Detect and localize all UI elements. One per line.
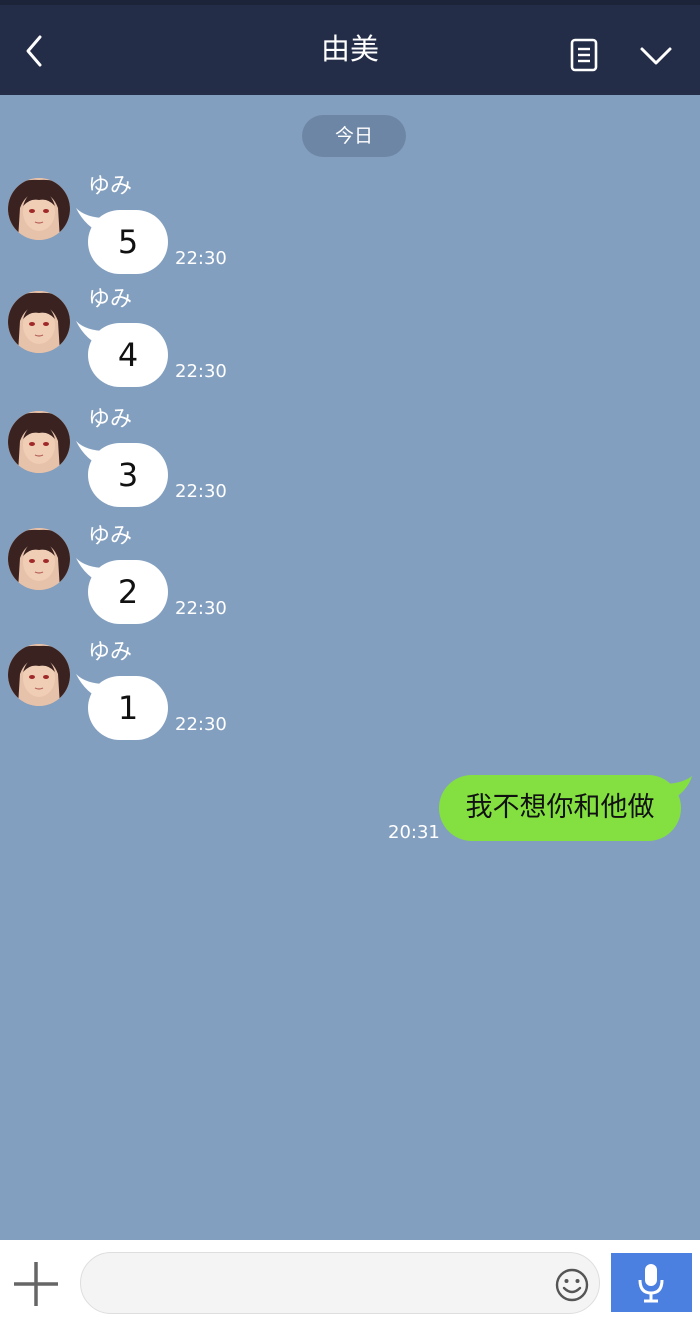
sender-name: ゆみ bbox=[88, 524, 133, 549]
avatar[interactable] bbox=[8, 528, 70, 590]
chat-header: 由美 bbox=[0, 0, 700, 95]
message-input[interactable] bbox=[80, 1252, 600, 1314]
message-time: 22:30 bbox=[175, 248, 227, 269]
message-time: 22:30 bbox=[175, 481, 227, 502]
incoming-message-bubble: 4 bbox=[88, 323, 168, 387]
message-time: 22:30 bbox=[175, 714, 227, 735]
incoming-message-bubble: 2 bbox=[88, 560, 168, 624]
smile-icon[interactable] bbox=[554, 1267, 590, 1303]
incoming-message: ゆみ 4 22:30 bbox=[0, 287, 700, 401]
outgoing-message-time: 20:31 bbox=[388, 822, 440, 843]
incoming-message: ゆみ 5 22:30 bbox=[0, 174, 700, 288]
message-time: 22:30 bbox=[175, 361, 227, 382]
notes-icon[interactable] bbox=[566, 37, 602, 73]
avatar[interactable] bbox=[8, 291, 70, 353]
avatar[interactable] bbox=[8, 178, 70, 240]
chevron-down-icon[interactable] bbox=[636, 41, 676, 69]
sender-name: ゆみ bbox=[88, 287, 133, 312]
incoming-message: ゆみ 2 22:30 bbox=[0, 524, 700, 638]
incoming-message: ゆみ 3 22:30 bbox=[0, 407, 700, 521]
sender-name: ゆみ bbox=[88, 640, 133, 665]
message-time: 22:30 bbox=[175, 598, 227, 619]
outgoing-message-bubble: 我不想你和他做 bbox=[439, 775, 681, 841]
microphone-button[interactable] bbox=[611, 1253, 692, 1312]
incoming-message-bubble: 3 bbox=[88, 443, 168, 507]
chevron-left-icon[interactable] bbox=[18, 31, 52, 71]
chat-title: 由美 bbox=[320, 32, 379, 66]
incoming-message: ゆみ 1 22:30 bbox=[0, 640, 700, 754]
avatar[interactable] bbox=[8, 411, 70, 473]
date-separator: 今日 bbox=[302, 115, 406, 157]
sender-name: ゆみ bbox=[88, 407, 133, 432]
avatar[interactable] bbox=[8, 644, 70, 706]
incoming-message-bubble: 1 bbox=[88, 676, 168, 740]
incoming-message-bubble: 5 bbox=[88, 210, 168, 274]
input-bar bbox=[0, 1240, 700, 1327]
microphone-icon bbox=[638, 1264, 664, 1303]
sender-name: ゆみ bbox=[88, 174, 133, 199]
plus-icon[interactable] bbox=[10, 1258, 62, 1310]
